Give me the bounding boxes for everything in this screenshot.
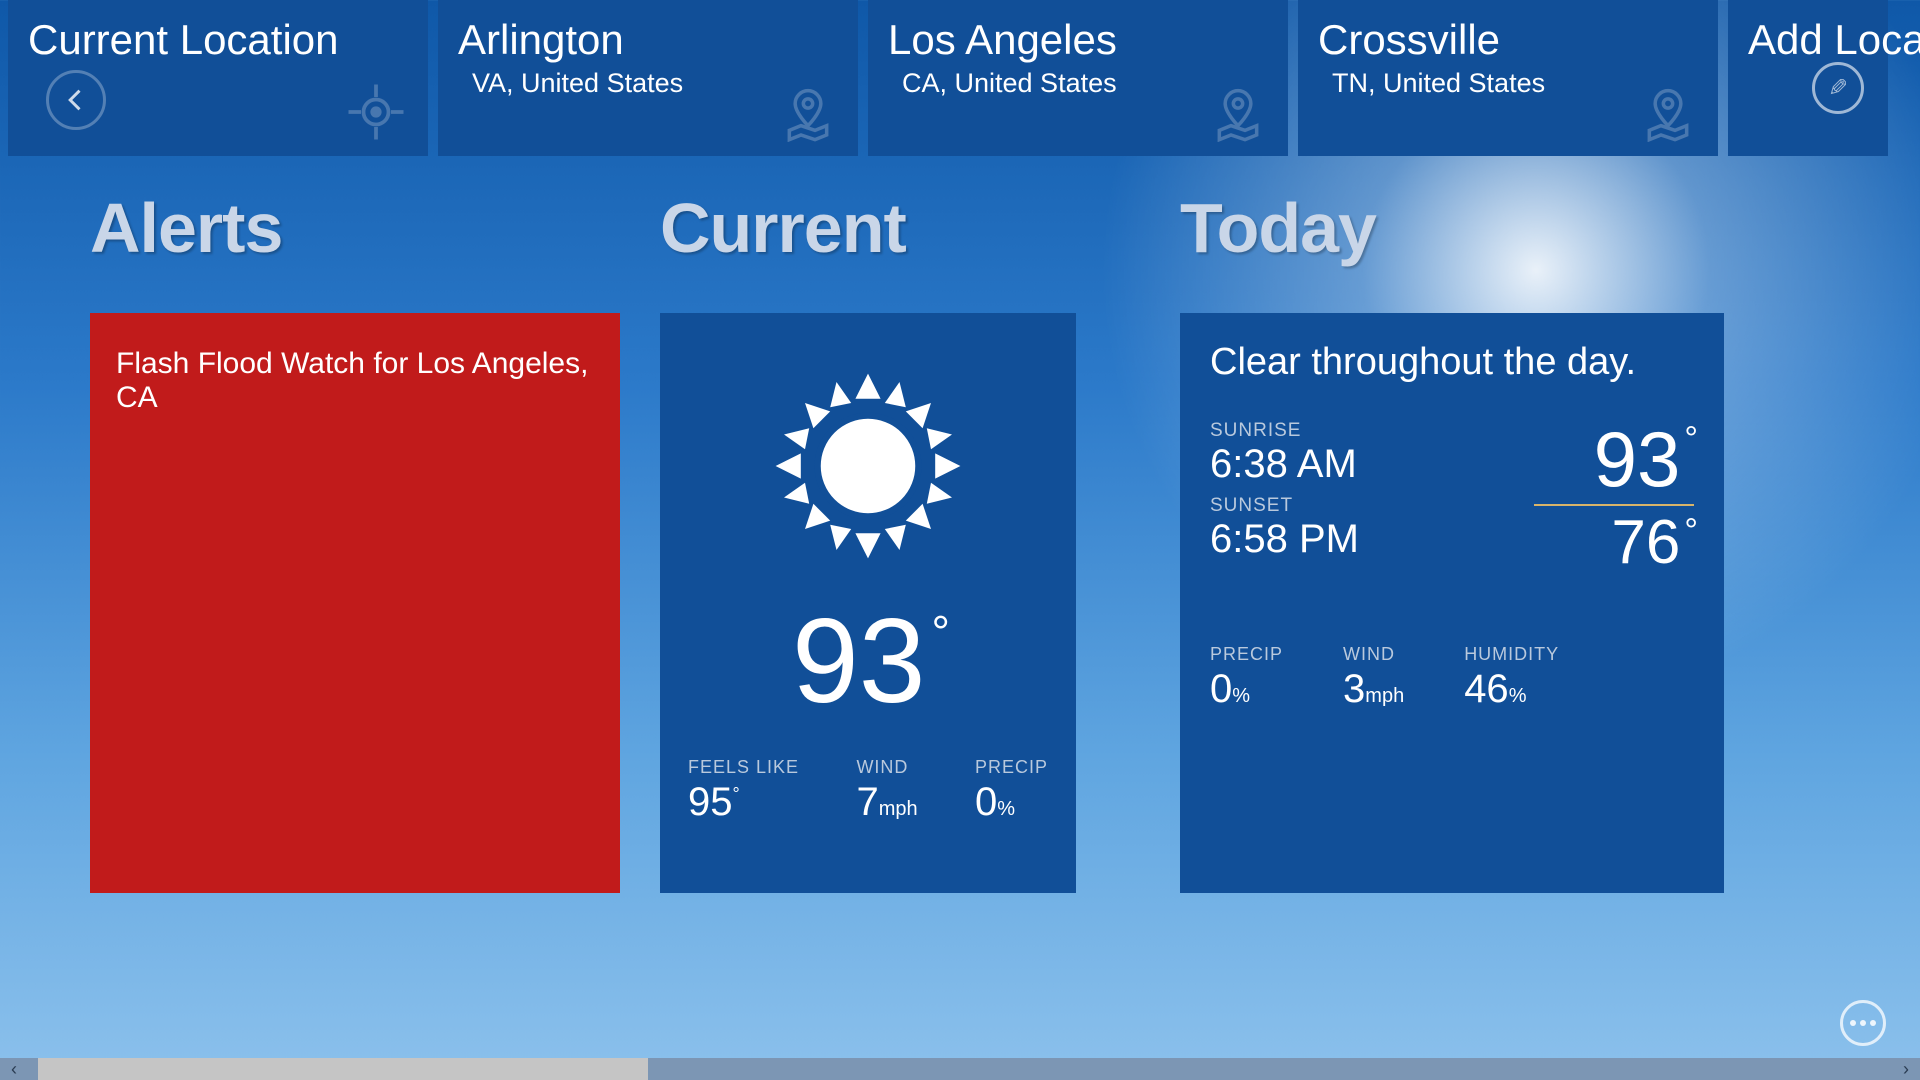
more-button[interactable] (1840, 1000, 1886, 1046)
location-bar: Current Location Arlington VA, United St… (0, 0, 1920, 165)
today-heading: Today (1180, 188, 1810, 268)
stat-wind: WIND 7mph (856, 757, 917, 825)
alert-text: Flash Flood Watch for Los Angeles, CA (116, 347, 594, 415)
location-tile-add[interactable]: Add Location (1728, 0, 1888, 156)
stat-precip: PRECIP 0% (975, 757, 1048, 825)
stat-feels-like: FEELS LIKE 95° (688, 757, 799, 825)
scroll-track[interactable] (28, 1058, 1892, 1080)
current-card[interactable]: 93° FEELS LIKE 95° WIND 7mph PRECIP 0% (660, 313, 1076, 893)
location-title: Current Location (28, 18, 408, 62)
stat-today-humidity: HUMIDITY 46% (1464, 644, 1559, 712)
sun-icon (763, 361, 973, 571)
current-temp: 93° (792, 601, 944, 721)
today-section: Today Clear throughout the day. SUNRISE … (1170, 188, 1810, 893)
sunrise-time: 6:38 AM (1210, 442, 1359, 487)
scroll-left-arrow[interactable]: ‹ (0, 1059, 28, 1080)
alert-card[interactable]: Flash Flood Watch for Los Angeles, CA (90, 313, 620, 893)
map-pin-icon (780, 86, 836, 142)
current-heading: Current (660, 188, 1170, 268)
current-section: Current (650, 188, 1170, 893)
alerts-heading: Alerts (90, 188, 650, 268)
horizontal-scrollbar[interactable]: ‹ › (0, 1058, 1920, 1080)
stat-today-precip: PRECIP 0% (1210, 644, 1283, 712)
location-tile-current[interactable]: Current Location (8, 0, 428, 156)
add-location-label: Add Location (1748, 18, 1868, 62)
scroll-thumb[interactable] (38, 1058, 648, 1080)
stat-today-wind: WIND 3mph (1343, 644, 1404, 712)
alerts-section: Alerts Flash Flood Watch for Los Angeles… (0, 188, 650, 893)
back-icon[interactable] (46, 70, 106, 130)
map-pin-icon (1210, 86, 1266, 142)
map-pin-icon (1640, 86, 1696, 142)
sunset-time: 6:58 PM (1210, 517, 1359, 562)
location-tile-arlington[interactable]: Arlington VA, United States (438, 0, 858, 156)
scroll-right-arrow[interactable]: › (1892, 1059, 1920, 1080)
location-title: Los Angeles (888, 18, 1268, 62)
location-tile-crossville[interactable]: Crossville TN, United States (1298, 0, 1718, 156)
today-card[interactable]: Clear throughout the day. SUNRISE 6:38 A… (1180, 313, 1724, 893)
today-summary: Clear throughout the day. (1210, 341, 1694, 384)
location-title: Crossville (1318, 18, 1698, 62)
sun-times: SUNRISE 6:38 AM SUNSET 6:58 PM (1210, 420, 1359, 570)
location-tile-losangeles[interactable]: Los Angeles CA, United States (868, 0, 1288, 156)
main-content: Alerts Flash Flood Watch for Los Angeles… (0, 188, 1920, 893)
current-stats: FEELS LIKE 95° WIND 7mph PRECIP 0% (660, 757, 1076, 825)
location-title: Arlington (458, 18, 838, 62)
locate-icon (346, 82, 406, 142)
edit-icon (1812, 62, 1864, 114)
hi-lo-temps: 93° 76° (1534, 420, 1694, 574)
today-stats: PRECIP 0% WIND 3mph HUMIDITY 46% (1210, 644, 1694, 712)
